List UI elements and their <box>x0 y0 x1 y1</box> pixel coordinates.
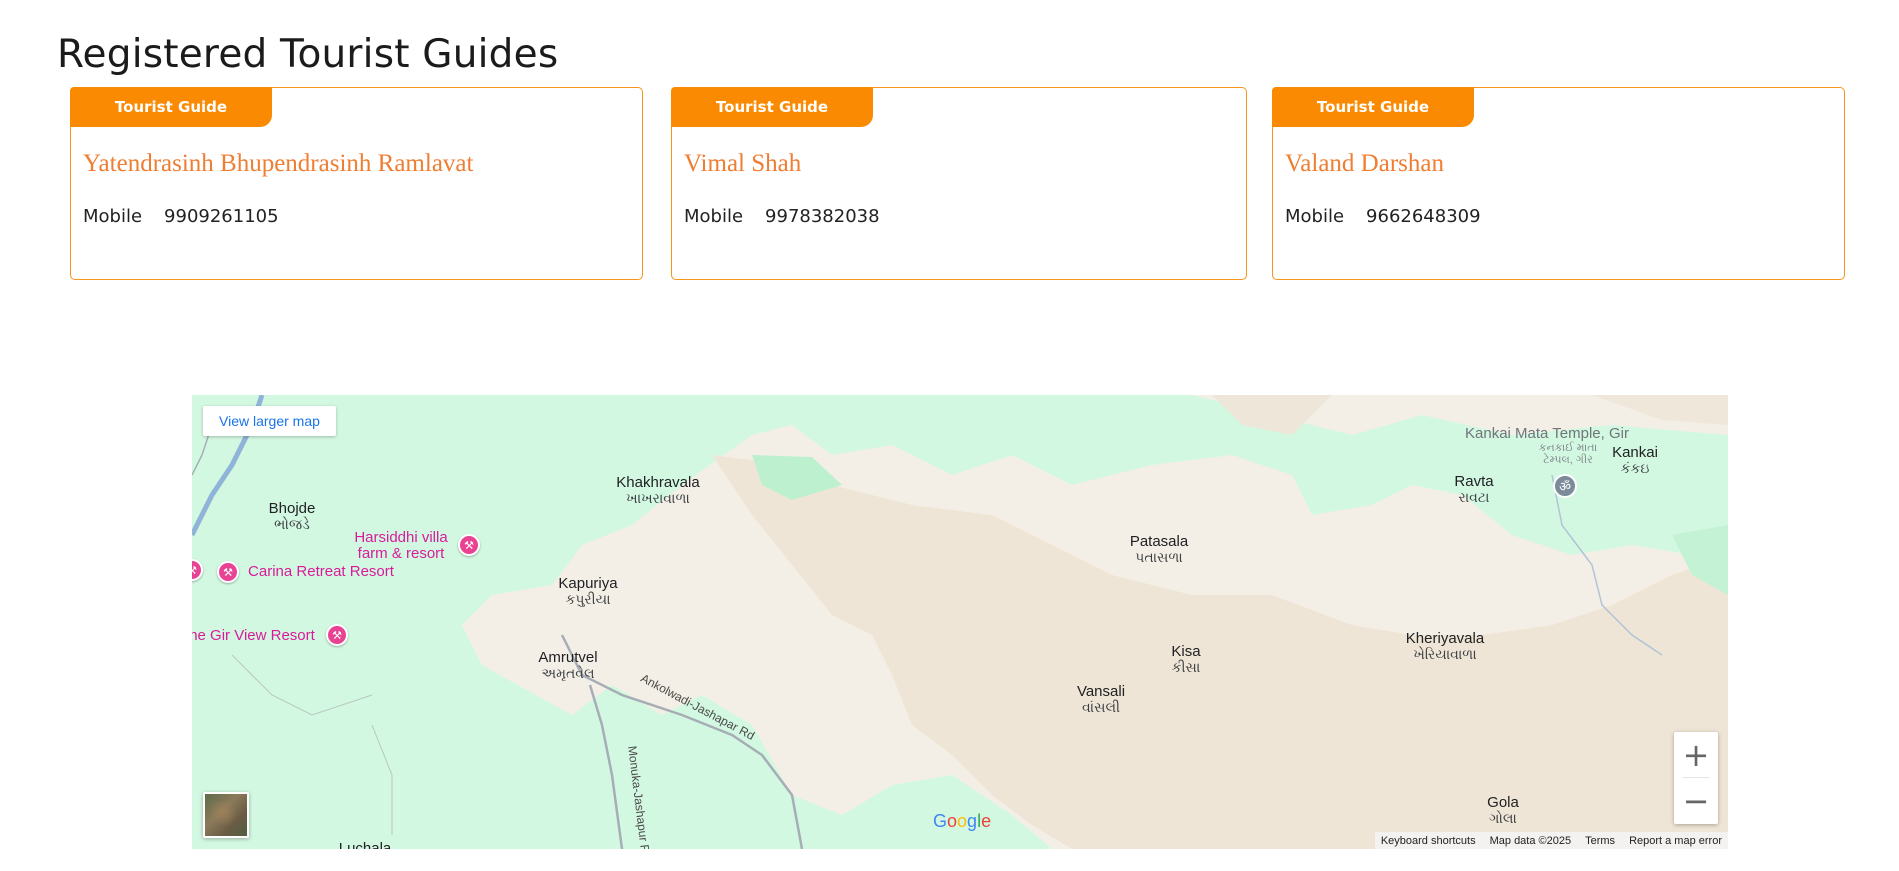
place-kisa[interactable]: Kisa કીસા <box>1171 644 1200 674</box>
mobile-number: 9909261105 <box>164 206 279 227</box>
guide-name: Valand Darshan <box>1285 150 1444 177</box>
place-khakhravala[interactable]: Khakhravala ખાખરાવાળા <box>616 475 699 505</box>
guide-name: Yatendrasinh Bhupendrasinh Ramlavat <box>83 150 474 177</box>
mobile-label: Mobile <box>1285 206 1345 227</box>
guide-badge: Tourist Guide <box>1272 87 1474 127</box>
guide-mobile-row: Mobile 9662648309 <box>1285 206 1481 227</box>
mobile-label: Mobile <box>83 206 143 227</box>
place-kankai-temple[interactable]: Kankai Mata Temple, Gir <box>1465 426 1629 442</box>
view-larger-map-link[interactable]: View larger map <box>203 406 336 436</box>
satellite-layer-toggle[interactable] <box>203 792 249 838</box>
place-kheriyavala[interactable]: Kheriyavala ખેરિયાવાળા <box>1406 631 1484 661</box>
guide-name: Vimal Shah <box>684 150 802 177</box>
map-data-attribution: Map data ©2025 <box>1489 834 1572 847</box>
map-terrain[interactable] <box>192 395 1728 849</box>
zoom-in-button[interactable]: + <box>1674 732 1718 778</box>
place-kankai-temple-gu: કનકાઈ માતા ટેમ્પલ, ગીર <box>1538 442 1598 466</box>
mobile-number: 9662648309 <box>1366 206 1481 227</box>
place-kankai[interactable]: Kankai કંકઇ <box>1612 445 1658 475</box>
google-logo: Google <box>933 811 992 831</box>
page-title: Registered Tourist Guides <box>57 32 559 77</box>
report-map-error-link[interactable]: Report a map error <box>1629 835 1722 847</box>
place-ravta[interactable]: Ravta રાવટા <box>1454 474 1493 504</box>
guide-card: Tourist Guide Yatendrasinh Bhupendrasinh… <box>70 87 643 280</box>
keyboard-shortcuts-link[interactable]: Keyboard shortcuts <box>1381 835 1476 847</box>
place-patasala[interactable]: Patasala પતાસળા <box>1130 534 1188 564</box>
temple-icon[interactable]: ॐ <box>1553 474 1577 498</box>
guide-mobile-row: Mobile 9978382038 <box>684 206 880 227</box>
mobile-label: Mobile <box>684 206 744 227</box>
place-luchala[interactable]: Luchala <box>339 841 392 849</box>
map-footer: Keyboard shortcuts Map data ©2025 Terms … <box>1374 832 1728 849</box>
poi-harsiddhi-villa[interactable]: Harsiddhi villa farm & resort <box>354 530 447 562</box>
place-vansali[interactable]: Vansali વાંસલી <box>1077 684 1125 714</box>
guide-badge: Tourist Guide <box>671 87 873 127</box>
embedded-map[interactable]: Khakhravala ખાખરાવાળા Bhojde ભોજડે Kapur… <box>192 395 1728 849</box>
resort-pin-icon[interactable]: ⚒ <box>217 561 239 583</box>
place-bhojde[interactable]: Bhojde ભોજડે <box>269 501 316 531</box>
place-kapuriya[interactable]: Kapuriya કપુરીયા <box>558 576 617 606</box>
guide-badge: Tourist Guide <box>70 87 272 127</box>
guide-card: Tourist Guide Valand Darshan Mobile 9662… <box>1272 87 1845 280</box>
place-gola[interactable]: Gola ગોલા <box>1487 795 1519 825</box>
place-amrutvel[interactable]: Amrutvel અમૃતવેલ <box>538 650 597 680</box>
resort-pin-icon[interactable]: ⚒ <box>326 624 348 646</box>
zoom-out-button[interactable]: − <box>1674 778 1718 824</box>
mobile-number: 9978382038 <box>765 206 880 227</box>
resort-pin-icon[interactable]: ⚒ <box>458 534 480 556</box>
guide-mobile-row: Mobile 9909261105 <box>83 206 279 227</box>
guide-card: Tourist Guide Vimal Shah Mobile 99783820… <box>671 87 1247 280</box>
poi-gir-view-resort[interactable]: he Gir View Resort <box>192 628 315 644</box>
terms-link[interactable]: Terms <box>1585 835 1615 847</box>
poi-carina-retreat[interactable]: Carina Retreat Resort <box>248 564 394 580</box>
zoom-control: + − <box>1674 732 1718 824</box>
